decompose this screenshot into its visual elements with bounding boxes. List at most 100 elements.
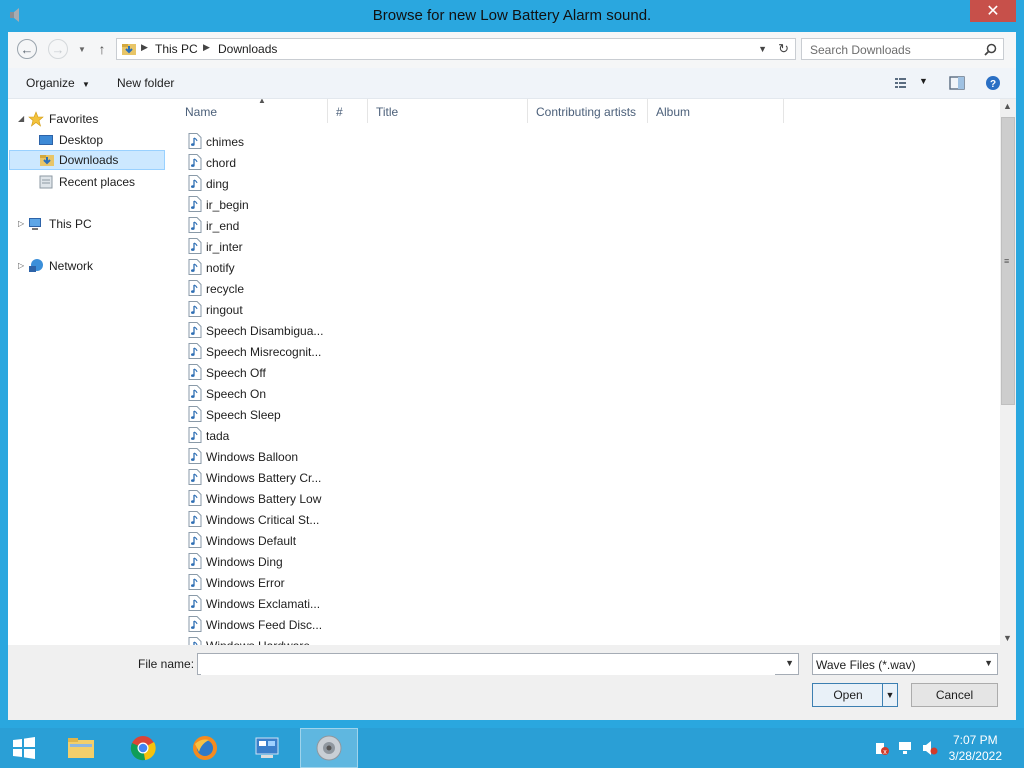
up-button[interactable]: ↑: [92, 39, 112, 59]
open-button[interactable]: Open ▼: [812, 683, 898, 707]
tree-label-downloads: Downloads: [59, 153, 119, 167]
file-row[interactable]: Windows Error: [186, 572, 336, 593]
close-button[interactable]: ✕: [970, 0, 1016, 22]
file-row[interactable]: Windows Exclamati...: [186, 593, 336, 614]
column-header-album[interactable]: Album: [648, 99, 784, 123]
start-button[interactable]: [0, 728, 48, 768]
clock-date: 3/28/2022: [948, 749, 1002, 763]
breadcrumb-downloads[interactable]: Downloads: [218, 42, 277, 56]
tree-item-network[interactable]: ▷ Network: [8, 256, 164, 276]
file-name: chimes: [206, 135, 245, 149]
file-row[interactable]: ringout: [186, 299, 336, 320]
expand-arrow-icon[interactable]: ▷: [18, 219, 24, 228]
svg-text:x: x: [883, 749, 887, 756]
tree-item-recent-places[interactable]: Recent places: [8, 172, 164, 192]
chevron-down-icon[interactable]: ▼: [984, 658, 993, 668]
cancel-button[interactable]: Cancel: [911, 683, 998, 707]
forward-button[interactable]: →: [48, 39, 68, 59]
file-row[interactable]: Speech On: [186, 383, 336, 404]
file-row[interactable]: Windows Hardware...: [186, 635, 336, 645]
help-icon[interactable]: ?: [984, 74, 1002, 92]
file-row[interactable]: chimes: [186, 131, 336, 152]
column-header-number[interactable]: #: [328, 99, 368, 123]
file-row[interactable]: Windows Battery Low: [186, 488, 336, 509]
audio-file-icon: [188, 511, 202, 527]
scroll-down-icon[interactable]: ▼: [1003, 633, 1012, 643]
file-row[interactable]: Windows Critical St...: [186, 509, 336, 530]
address-bar[interactable]: ▶ This PC ▶ Downloads ▼ ↻: [116, 38, 796, 60]
downloads-folder-icon: [40, 155, 54, 166]
audio-file-icon: [188, 364, 202, 380]
vertical-scrollbar[interactable]: ▲ ≡ ▼: [1000, 99, 1016, 645]
taskbar-control-panel[interactable]: [238, 728, 296, 768]
open-options-dropdown[interactable]: ▼: [882, 684, 897, 706]
navigation-pane: ◢ Favorites Desktop Downloads Recent pla…: [8, 99, 168, 645]
tree-item-desktop[interactable]: Desktop: [8, 130, 164, 150]
taskbar-file-explorer[interactable]: [52, 728, 110, 768]
desktop-icon: [39, 135, 53, 145]
view-options-icon[interactable]: [892, 74, 910, 92]
organize-button[interactable]: Organize ▼: [26, 76, 90, 90]
file-row[interactable]: Speech Disambigua...: [186, 320, 336, 341]
taskbar-firefox[interactable]: [176, 728, 234, 768]
address-dropdown-icon[interactable]: ▼: [758, 44, 767, 54]
file-row[interactable]: Windows Battery Cr...: [186, 467, 336, 488]
chevron-down-icon[interactable]: ▼: [785, 658, 794, 668]
file-name-combobox[interactable]: ▼: [197, 653, 799, 675]
file-row[interactable]: chord: [186, 152, 336, 173]
back-button[interactable]: ←: [17, 39, 37, 59]
preview-pane-icon[interactable]: [948, 74, 966, 92]
new-folder-button[interactable]: New folder: [117, 76, 174, 90]
action-center-icon[interactable]: x: [874, 740, 890, 756]
file-name-label: File name:: [138, 657, 195, 671]
column-header-title[interactable]: Title: [368, 99, 528, 123]
file-row[interactable]: Windows Ding: [186, 551, 336, 572]
windows-logo-icon: [13, 737, 35, 759]
file-row[interactable]: notify: [186, 257, 336, 278]
tree-label-this-pc: This PC: [49, 217, 92, 231]
file-row[interactable]: Windows Default: [186, 530, 336, 551]
view-dropdown-icon[interactable]: ▼: [919, 76, 928, 86]
scroll-up-icon[interactable]: ▲: [1003, 101, 1012, 111]
file-row[interactable]: Windows Balloon: [186, 446, 336, 467]
tree-item-downloads[interactable]: Downloads: [9, 150, 165, 170]
volume-muted-icon[interactable]: [922, 740, 938, 756]
tree-item-this-pc[interactable]: ▷ This PC: [8, 214, 164, 234]
file-row[interactable]: ir_end: [186, 215, 336, 236]
recent-locations-dropdown[interactable]: ▼: [72, 39, 92, 59]
tree-item-favorites[interactable]: ◢ Favorites: [8, 109, 164, 129]
taskbar-sound[interactable]: [300, 728, 358, 768]
audio-file-icon: [188, 301, 202, 317]
refresh-icon[interactable]: ↻: [778, 41, 789, 57]
file-row[interactable]: Speech Misrecognit...: [186, 341, 336, 362]
file-row[interactable]: ding: [186, 173, 336, 194]
file-name: Windows Battery Low: [206, 492, 322, 506]
file-row[interactable]: recycle: [186, 278, 336, 299]
expand-arrow-icon[interactable]: ▷: [18, 261, 24, 270]
taskbar-chrome[interactable]: [114, 728, 172, 768]
scrollbar-thumb[interactable]: ≡: [1001, 117, 1015, 405]
column-header-contributing-artists[interactable]: Contributing artists: [528, 99, 648, 123]
search-box[interactable]: [801, 38, 1004, 61]
file-row[interactable]: ir_begin: [186, 194, 336, 215]
file-row[interactable]: tada: [186, 425, 336, 446]
column-label: Name: [185, 105, 218, 119]
file-row[interactable]: Speech Off: [186, 362, 336, 383]
search-icon[interactable]: [984, 43, 997, 56]
search-input[interactable]: [802, 39, 982, 61]
file-name: Windows Exclamati...: [206, 597, 321, 611]
svg-text:?: ?: [990, 79, 996, 90]
file-name-input[interactable]: [201, 655, 775, 675]
breadcrumb-this-pc[interactable]: This PC: [155, 42, 198, 56]
command-bar: Organize ▼ New folder ▼ ?: [8, 68, 1016, 99]
column-header-name[interactable]: ▲ Name: [177, 99, 328, 123]
recent-places-icon: [39, 175, 53, 189]
system-clock[interactable]: 7:07 PM 3/28/2022: [949, 732, 1002, 764]
file-type-select[interactable]: Wave Files (*.wav) ▼: [812, 653, 998, 675]
network-status-icon[interactable]: [898, 740, 914, 756]
file-row[interactable]: Speech Sleep: [186, 404, 336, 425]
collapse-arrow-icon[interactable]: ◢: [18, 114, 24, 123]
file-row[interactable]: ir_inter: [186, 236, 336, 257]
file-row[interactable]: Windows Feed Disc...: [186, 614, 336, 635]
audio-file-icon: [188, 385, 202, 401]
